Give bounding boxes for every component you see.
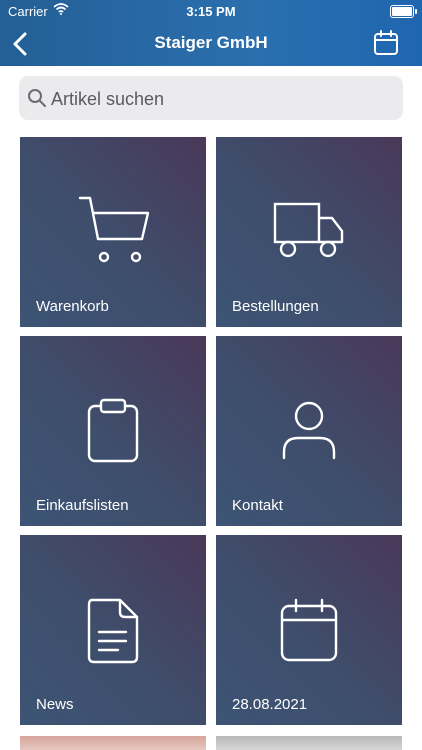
clipboard-icon [87, 398, 139, 463]
tile-kontakt[interactable]: Kontakt [216, 336, 402, 526]
tile-einkaufslisten[interactable]: Einkaufslisten [20, 336, 206, 526]
tile-date[interactable]: 28.08.2021 [216, 535, 402, 725]
calendar-icon[interactable] [372, 29, 400, 57]
status-time: 3:15 PM [186, 4, 236, 19]
search-icon [28, 89, 46, 107]
tile-label: Kontakt [232, 497, 283, 514]
document-icon [87, 598, 139, 664]
search-input[interactable] [49, 76, 393, 122]
battery-icon [390, 5, 417, 18]
tile-warenkorb[interactable]: Warenkorb [20, 137, 206, 327]
truck-icon [273, 202, 344, 258]
tile-label: Warenkorb [36, 298, 109, 315]
tile-label: Bestellungen [232, 298, 319, 315]
cart-icon [78, 196, 150, 263]
tile-label: Einkaufslisten [36, 497, 129, 514]
calendar-icon [280, 598, 338, 662]
person-icon [282, 401, 336, 460]
chevron-left-icon[interactable] [8, 30, 34, 58]
tile-news[interactable]: News [20, 535, 206, 725]
tile-peek-right[interactable] [216, 736, 402, 750]
tile-bestellungen[interactable]: Bestellungen [216, 137, 402, 327]
status-bar: Carrier 3:15 PM [0, 0, 422, 22]
tile-label: News [36, 696, 74, 713]
tile-label: 28.08.2021 [232, 696, 308, 713]
tile-peek-left[interactable] [20, 736, 206, 750]
app-header: Carrier 3:15 PM Staiger GmbH [0, 0, 422, 66]
search-bar[interactable] [19, 76, 403, 122]
page-title: Staiger GmbH [154, 33, 268, 52]
